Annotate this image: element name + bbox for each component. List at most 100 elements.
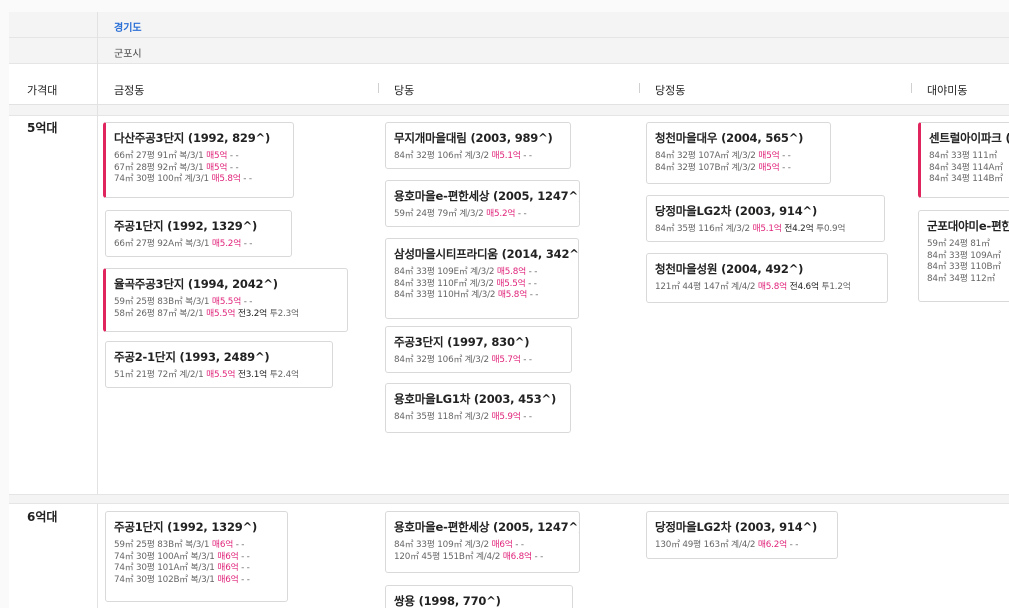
unit-row: 51㎡ 21평 72㎡ 계/2/1 매5.5억 전3.1억 투2.4억 <box>114 370 324 382</box>
header-separator <box>911 83 912 93</box>
unit-info: 130㎡ 49평 163㎡ 계/4/2 <box>655 540 756 550</box>
gap-value: - - <box>534 551 544 562</box>
complex-title: 센트럴아이파크 (2 <box>929 131 1009 145</box>
unit-info: 84㎡ 33평 110F㎡ 계/3/2 <box>394 278 494 289</box>
sale-price: 매5.9억 <box>491 412 521 422</box>
sale-price: 매5.8억 <box>757 282 788 292</box>
complex-card[interactable]: 율곡주공3단지 (1994, 2042^) 59㎡ 25평 83B㎡ 복/3/1 … <box>103 268 348 332</box>
unit-info: 74㎡ 30평 100A㎡ 복/3/1 <box>114 551 215 562</box>
complex-card[interactable]: 센트럴아이파크 (2 84㎡ 33평 111㎡84㎡ 34평 114A㎡84㎡ 3… <box>918 122 1009 198</box>
unit-info: 84㎡ 32평 107A㎡ 계/3/2 <box>655 151 756 161</box>
sale-price: 매5.5억 <box>496 278 526 289</box>
sale-price: 매6억 <box>217 563 239 573</box>
complex-title: 쌍용 (1998, 770^) <box>394 594 501 608</box>
jeonse-price: 전4.6억 <box>789 282 819 292</box>
sale-price: 매5.5억 <box>206 370 236 380</box>
unit-info: 59㎡ 25평 83B㎡ 복/3/1 <box>114 540 210 550</box>
gap-value: 투2.4억 <box>269 370 299 380</box>
complex-card[interactable]: 삼성마을시티프라디움 (2014, 342^) 84㎡ 33평 109E㎡ 계/3… <box>385 238 579 319</box>
gap-value: - - <box>241 574 250 585</box>
gap-value: - - <box>523 151 532 161</box>
unit-list: 84㎡ 35평 118㎡ 계/3/2 매5.9억 - - <box>394 412 562 424</box>
gap-value: 투1.2억 <box>821 282 851 292</box>
province-label[interactable]: 경기도 <box>114 19 142 34</box>
complex-card[interactable]: 주공1단지 (1992, 1329^) 66㎡ 27평 92A㎡ 복/3/1 매5… <box>105 210 292 257</box>
complex-card[interactable]: 당정마을LG2차 (2003, 914^) 130㎡ 49평 163㎡ 계/4/2… <box>646 511 838 559</box>
unit-row: 130㎡ 49평 163㎡ 계/4/2 매6.2억 - - <box>655 540 829 552</box>
unit-list: 84㎡ 33평 109E㎡ 계/3/2 매5.8억 - -84㎡ 33평 110… <box>394 267 570 302</box>
unit-list: 84㎡ 35평 116㎡ 계/3/2 매5.1억 전4.2억 투0.9억 <box>655 224 876 236</box>
sale-price: 매5.2억 <box>486 209 516 219</box>
unit-row: 74㎡ 30평 100㎡ 계/3/1 매5.8억 - - <box>114 174 285 186</box>
unit-info: 84㎡ 32평 106㎡ 계/3/2 <box>394 151 489 161</box>
gap-value: - - <box>782 151 791 161</box>
sale-price: 매5.5억 <box>206 308 236 319</box>
unit-list: 84㎡ 32평 106㎡ 계/3/2 매5.7억 - - <box>394 355 563 367</box>
unit-row: 66㎡ 27평 91㎡ 복/3/1 매5억 - - <box>114 151 285 163</box>
sale-price: 매5.2억 <box>211 239 242 249</box>
unit-row: 84㎡ 35평 118㎡ 계/3/2 매5.9억 - - <box>394 412 562 424</box>
jeonse-price: 전3.2억 <box>237 308 268 319</box>
complex-card[interactable]: 당정마을LG2차 (2003, 914^) 84㎡ 35평 116㎡ 계/3/2 … <box>646 195 885 242</box>
complex-card[interactable]: 무지개마을대림 (2003, 989^) 84㎡ 32평 106㎡ 계/3/2 매… <box>385 122 571 169</box>
complex-title: 당정마을LG2차 (2003, 914^) <box>655 204 818 218</box>
unit-info: 120㎡ 45평 151B㎡ 계/4/2 <box>394 551 501 562</box>
unit-row: 84㎡ 33평 110H㎡ 계/3/2 매5.8억 - - <box>394 290 570 302</box>
unit-info: 67㎡ 28평 92㎡ 복/3/1 <box>114 162 204 173</box>
unit-info: 84㎡ 32평 107B㎡ 계/3/2 <box>655 162 756 173</box>
complex-card[interactable]: 청천마을대우 (2004, 565^) 84㎡ 32평 107A㎡ 계/3/2 매… <box>646 122 831 184</box>
sale-price: 매5.1억 <box>491 151 521 161</box>
complex-card[interactable]: 군포대야미e-편한 59㎡ 24평 81㎡ 84㎡ 33평 109A㎡ 84㎡ 33평… <box>918 210 1009 302</box>
complex-title: 용호마을e-편한세상 (2005, 1247^) <box>394 520 580 534</box>
unit-list: 84㎡ 32평 107A㎡ 계/3/2 매5억 - -84㎡ 32평 107B㎡… <box>655 151 822 174</box>
complex-title: 용호마을LG1차 (2003, 453^) <box>394 392 557 406</box>
gap-value: - - <box>789 540 799 550</box>
unit-row: 84㎡ 34평 114A㎡ <box>929 163 1009 175</box>
unit-list: 130㎡ 49평 163㎡ 계/4/2 매6.2억 - - <box>655 540 829 552</box>
unit-row: 84㎡ 33평 111㎡ <box>929 151 1009 163</box>
unit-info: 66㎡ 27평 91㎡ 복/3/1 <box>114 151 204 161</box>
price-band-5: 5억대 <box>27 121 58 135</box>
complex-card[interactable]: 주공1단지 (1992, 1329^) 59㎡ 25평 83B㎡ 복/3/1 매6… <box>105 511 288 602</box>
city-label[interactable]: 군포시 <box>114 45 142 60</box>
unit-row: 66㎡ 27평 92A㎡ 복/3/1 매5.2억 - - <box>114 239 283 251</box>
complex-card[interactable]: 용호마을LG1차 (2003, 453^) 84㎡ 35평 118㎡ 계/3/2 … <box>385 383 571 433</box>
complex-card[interactable]: 청천마을성원 (2004, 492^) 121㎡ 44평 147㎡ 계/4/2 매… <box>646 253 888 303</box>
gap-value: - - <box>229 151 239 161</box>
sale-price: 매6.8억 <box>502 551 532 562</box>
unit-info: 59㎡ 25평 83B㎡ 복/3/1 <box>114 297 210 307</box>
unit-info: 84㎡ 35평 118㎡ 계/3/2 <box>394 412 489 422</box>
dong-header-dang[interactable]: 당동 <box>394 82 414 98</box>
dong-header-daeyami[interactable]: 대야미동 <box>927 82 967 98</box>
sale-price: 매6억 <box>491 540 513 550</box>
unit-info: 84㎡ 34평 114A㎡ <box>929 162 1003 173</box>
dong-header-dangjeong[interactable]: 당정동 <box>655 82 685 98</box>
unit-info: 84㎡ 35평 116㎡ 계/3/2 <box>655 224 750 234</box>
unit-info: 84㎡ 33평 111㎡ <box>929 151 998 161</box>
sale-price: 매6억 <box>217 551 239 562</box>
complex-card[interactable]: 주공2-1단지 (1993, 2489^) 51㎡ 21평 72㎡ 계/2/1 매… <box>105 341 333 388</box>
gap-value: - - <box>782 162 791 173</box>
complex-title: 용호마을e-편한세상 (2005, 1247^) <box>394 189 580 203</box>
sale-price: 매5.8억 <box>496 267 527 277</box>
complex-card[interactable]: 용호마을e-편한세상 (2005, 1247^) 59㎡ 24평 79㎡ 계/3/… <box>385 180 580 227</box>
complex-title: 청천마을대우 (2004, 565^) <box>655 131 804 145</box>
city-row: 군포시 <box>9 38 1009 64</box>
complex-title: 청천마을성원 (2004, 492^) <box>655 262 804 276</box>
gap-value: - - <box>528 267 538 277</box>
complex-card[interactable]: 용호마을e-편한세상 (2005, 1247^) 84㎡ 33평 109㎡ 계/3… <box>385 511 580 573</box>
complex-title: 율곡주공3단지 (1994, 2042^) <box>114 277 278 291</box>
dong-header-geumjeong[interactable]: 금정동 <box>114 82 144 98</box>
price-band-header: 가격대 <box>27 84 58 97</box>
complex-card[interactable]: 주공3단지 (1997, 830^) 84㎡ 32평 106㎡ 계/3/2 매5.… <box>385 326 572 373</box>
unit-list: 59㎡ 25평 83B㎡ 복/3/1 매5.5억 - -58㎡ 26평 87㎡ … <box>114 297 339 320</box>
unit-info: 74㎡ 30평 102B㎡ 복/3/1 <box>114 574 215 585</box>
sale-price: 매5.1억 <box>752 224 782 234</box>
band-divider <box>9 494 1009 504</box>
complex-title: 주공2-1단지 (1993, 2489^) <box>114 350 270 364</box>
complex-card[interactable]: 쌍용 (1998, 770^) <box>385 585 573 608</box>
header-separator <box>639 83 640 93</box>
unit-row: 58㎡ 26평 87㎡ 복/2/1 매5.5억 전3.2억 투2.3억 <box>114 309 339 321</box>
gap-value: - - <box>235 540 245 550</box>
complex-card[interactable]: 다산주공3단지 (1992, 829^) 66㎡ 27평 91㎡ 복/3/1 매5… <box>103 122 294 198</box>
